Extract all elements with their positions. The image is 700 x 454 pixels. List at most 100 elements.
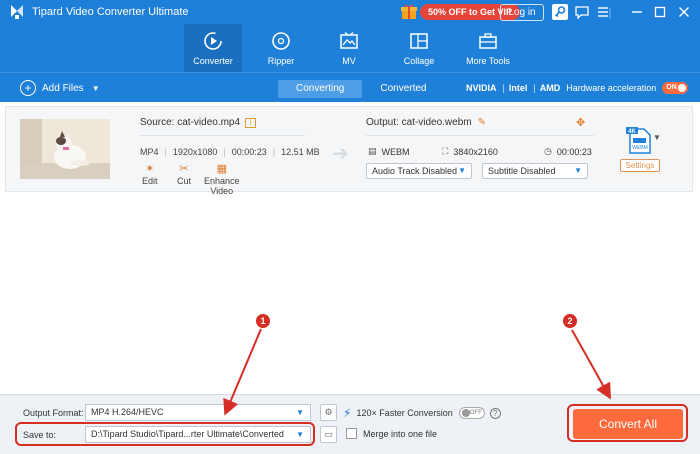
merge-checkbox[interactable]: [346, 428, 357, 439]
minimize-icon: [632, 11, 642, 13]
feedback-button[interactable]: [573, 3, 591, 21]
settings-button[interactable]: Settings: [620, 159, 660, 172]
file-item: Source: cat-video.mp4 i MP4 | 1920x1080 | 00:…: [5, 106, 693, 196]
tab-converter[interactable]: Converter: [184, 24, 242, 72]
feedback-icon: [575, 6, 589, 19]
toolbox-icon: [479, 33, 497, 49]
folder-icon: ▭: [324, 429, 333, 439]
add-files-label: Add Files: [42, 82, 84, 94]
source-duration: 00:00:23: [231, 147, 267, 157]
title-bar: Tipard Video Converter Ultimate 50% OFF …: [0, 0, 700, 24]
output-format-label: Output Format:: [23, 408, 84, 418]
merge-label: Merge into one file: [363, 428, 438, 439]
faster-conversion-toggle[interactable]: OFF: [458, 407, 485, 419]
separator: |: [223, 147, 226, 157]
minimize-button[interactable]: [628, 3, 646, 21]
magic-wand-icon: ✶: [145, 163, 155, 175]
edit-button[interactable]: ✶ Edit: [142, 163, 158, 186]
tab-collage[interactable]: Collage: [390, 24, 448, 72]
source-resolution: 1920x1080: [172, 147, 218, 157]
compress-icon[interactable]: ✥: [576, 116, 585, 129]
output-format-badge[interactable]: 4K WEBM: [624, 125, 654, 155]
enhance-video-label: Enhance Video: [204, 176, 240, 196]
tab-more-tools-label: More Tools: [466, 56, 510, 66]
cat-thumbnail-image: [20, 119, 110, 179]
source-size: 12.51 MB: [281, 147, 320, 157]
info-icon[interactable]: i: [245, 118, 257, 128]
format-badge-top: 4K: [628, 129, 636, 135]
separator: |: [164, 147, 167, 157]
output-resolution-info: ⛶ 3840x2160: [442, 146, 498, 157]
hw-accel-toggle[interactable]: ON: [662, 82, 689, 94]
output-duration-info: ◷ 00:00:23: [544, 146, 592, 157]
faster-conversion-label: 120× Faster Conversion: [356, 408, 453, 418]
lightning-icon: ⚡: [343, 406, 352, 420]
format-badge-bottom: WEBM: [632, 145, 648, 151]
cut-label: Cut: [177, 176, 192, 186]
main-nav: Converter Ripper MV Collage More Tools: [0, 24, 700, 72]
format-settings-button[interactable]: ⚙: [320, 404, 337, 421]
tab-converter-label: Converter: [193, 56, 233, 66]
dvd-icon: [272, 32, 290, 50]
login-button[interactable]: Log in: [500, 4, 544, 21]
output-format: WEBM: [381, 146, 410, 157]
close-button[interactable]: [675, 3, 693, 21]
enhance-video-button[interactable]: ▦ Enhance Video: [204, 163, 240, 196]
gpu-amd: AMD: [539, 83, 561, 93]
output-duration: 00:00:23: [556, 146, 592, 157]
scissors-icon: ✂: [179, 163, 189, 175]
clock-icon: ◷: [544, 146, 552, 156]
video-thumbnail[interactable]: [20, 119, 110, 179]
output-filename: Output: cat-video.webm ✎: [366, 117, 486, 128]
convert-all-highlight: [567, 404, 688, 442]
source-label: Source: cat-video.mp4: [140, 117, 241, 128]
collage-icon: [410, 33, 428, 49]
output-label: Output: cat-video.webm: [366, 117, 472, 128]
cut-button[interactable]: ✂ Cut: [177, 163, 191, 186]
divider: [140, 135, 305, 136]
merge-option[interactable]: Merge into one file: [346, 428, 437, 439]
output-format-value: MP4 H.264/HEVC: [91, 407, 164, 417]
title-separator: |: [608, 5, 612, 19]
separator: |: [272, 147, 276, 157]
save-to-highlight: [15, 422, 315, 446]
output-format-info: ▤ WEBM: [368, 146, 410, 157]
maximize-button[interactable]: [651, 3, 669, 21]
chevron-down-icon: ▼: [296, 408, 304, 417]
key-button[interactable]: [551, 3, 569, 21]
tab-mv[interactable]: MV: [320, 24, 378, 72]
tab-ripper[interactable]: Ripper: [252, 24, 310, 72]
source-filename: Source: cat-video.mp4 i: [140, 117, 257, 128]
tab-ripper-label: Ripper: [267, 56, 295, 66]
palette-icon: ▦: [216, 163, 227, 175]
format-settings-icon: ⚙: [324, 407, 333, 417]
edit-label: Edit: [142, 176, 158, 186]
help-icon[interactable]: ?: [489, 407, 501, 419]
app-title: Tipard Video Converter Ultimate: [32, 6, 189, 18]
audio-track-dropdown[interactable]: Audio Track Disabled ▼: [366, 163, 472, 179]
chevron-down-icon: ▼: [574, 166, 582, 175]
chevron-down-icon[interactable]: ▼: [653, 133, 661, 142]
tab-more-tools[interactable]: More Tools: [459, 24, 517, 72]
arrow-right-icon: ➔: [332, 143, 349, 165]
maximize-icon: [654, 6, 666, 18]
audio-track-value: Audio Track Disabled: [372, 166, 458, 176]
callout-1: 1: [256, 314, 270, 328]
output-resolution: 3840x2160: [453, 146, 498, 157]
faster-conversion: ⚡ 120× Faster Conversion OFF ?: [343, 406, 501, 420]
hardware-acceleration: NVIDIA | Intel | AMD Hardware accelerati…: [466, 82, 689, 94]
film-icon: ▤: [368, 146, 377, 156]
pencil-icon[interactable]: ✎: [478, 117, 486, 128]
converter-icon: [204, 32, 222, 50]
output-format-dropdown[interactable]: MP4 H.264/HEVC ▼: [85, 404, 311, 421]
gpu-intel: Intel: [508, 83, 528, 93]
chevron-down-icon[interactable]: ▼: [92, 84, 100, 93]
tab-converted[interactable]: Converted: [362, 80, 444, 98]
tab-converting[interactable]: Converting: [278, 80, 363, 98]
add-files-button[interactable]: + Add Files ▼: [20, 80, 100, 96]
subtitle-dropdown[interactable]: Subtitle Disabled ▼: [482, 163, 588, 179]
separator: |: [502, 83, 505, 93]
source-format: MP4: [140, 147, 159, 157]
open-folder-button[interactable]: ▭: [320, 426, 337, 443]
app-window: Tipard Video Converter Ultimate 50% OFF …: [0, 0, 700, 454]
